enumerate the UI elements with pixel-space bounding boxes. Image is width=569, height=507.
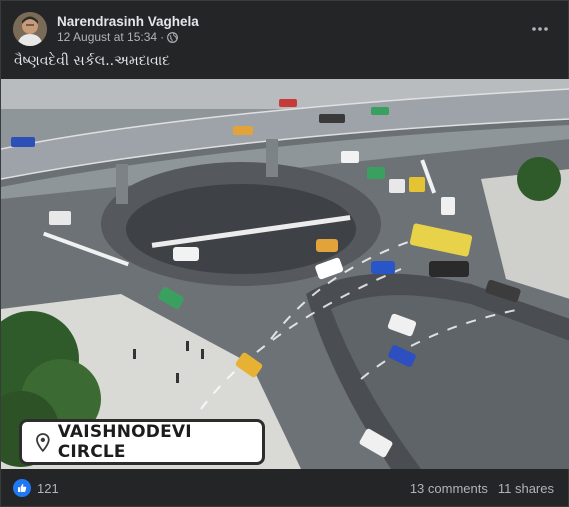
location-label-text: VAISHNODEVI CIRCLE — [57, 422, 192, 462]
avatar-image — [13, 12, 47, 46]
shares-count[interactable]: 11 shares — [498, 481, 554, 496]
globe-icon — [167, 32, 179, 43]
facebook-post: Narendrasinh Vaghela 12 August at 15:34 … — [0, 0, 569, 507]
post-caption: વૈષ્ણવદેવી સર્કલ..અમદાવાદ — [14, 53, 171, 69]
post-timestamp[interactable]: 12 August at 15:34 — [57, 30, 157, 45]
like-icon[interactable] — [13, 479, 31, 497]
location-label: VAISHNODEVI CIRCLE — [19, 419, 265, 465]
location-pin-icon — [36, 432, 50, 452]
flyover-illustration — [1, 79, 569, 469]
post-stats-bar: 121 13 comments 11 shares — [13, 477, 554, 499]
post-photo[interactable]: VAISHNODEVI CIRCLE — [1, 79, 569, 469]
comments-count[interactable]: 13 comments — [410, 481, 488, 496]
separator-dot: · — [160, 30, 165, 44]
post-timestamp-row: 12 August at 15:34 · — [57, 30, 199, 45]
reaction-count[interactable]: 121 — [37, 481, 59, 496]
more-options-icon[interactable] — [528, 17, 552, 41]
post-header: Narendrasinh Vaghela 12 August at 15:34 … — [13, 11, 556, 47]
avatar[interactable] — [13, 12, 47, 46]
author-name[interactable]: Narendrasinh Vaghela — [57, 13, 199, 30]
